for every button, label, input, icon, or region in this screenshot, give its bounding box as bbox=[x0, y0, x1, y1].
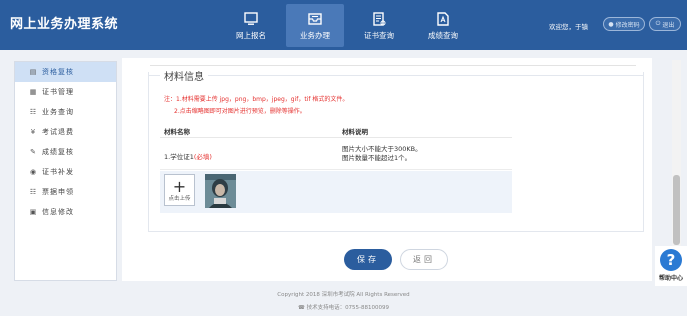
yen-icon: ¥ bbox=[30, 128, 37, 136]
back-button[interactable]: 返回 bbox=[400, 249, 448, 270]
note-formats: 注：1.材料需要上传 jpg，png，bmp，jpeg，gif，tif 格式的文… bbox=[164, 96, 349, 103]
monitor-icon bbox=[244, 11, 258, 25]
required-mark: (必填) bbox=[193, 153, 212, 161]
support-text: 技术支持电话：0755-88100099 bbox=[306, 305, 390, 311]
table-row: 1.学位证1(必填) 图片大小不能大于300KB。 图片数量不能超过1个。 bbox=[160, 140, 512, 170]
help-center-button[interactable]: ? 帮助中心 bbox=[655, 246, 687, 286]
divider bbox=[148, 75, 644, 76]
phone-icon: ☎ bbox=[297, 305, 305, 311]
portrait-image bbox=[205, 174, 236, 208]
score-icon bbox=[437, 11, 449, 26]
nav-label: 业务办理 bbox=[300, 30, 330, 40]
desc-size-limit: 图片大小不能大于300KB。 bbox=[342, 145, 422, 153]
scrollbar-thumb[interactable] bbox=[673, 175, 680, 245]
logout-label: 退出 bbox=[662, 21, 675, 29]
main-nav: 网上报名 业务办理 证书查询 成绩查询 bbox=[222, 0, 478, 50]
nav-score-query[interactable]: 成绩查询 bbox=[414, 4, 472, 47]
upload-button[interactable]: + 点击上传 bbox=[164, 174, 195, 206]
sitemap-icon: ☷ bbox=[29, 108, 38, 116]
inbox-icon bbox=[308, 12, 322, 25]
edit-icon: ✎ bbox=[30, 148, 37, 156]
note-preview: 2.点击缩略图即可对图片进行预览，删除等操作。 bbox=[174, 108, 306, 115]
nav-online-registration[interactable]: 网上报名 bbox=[222, 4, 280, 47]
app-title: 网上业务办理系统 bbox=[10, 17, 119, 32]
sidebar-item-qualification-review[interactable]: ▤ 资格复核 bbox=[15, 62, 116, 82]
logout-button[interactable]: ⏻ 退出 bbox=[649, 17, 681, 31]
sidebar-item-exam-refund[interactable]: ¥ 考试退费 bbox=[15, 122, 116, 142]
nav-label: 证书查询 bbox=[364, 30, 394, 40]
certificate-icon bbox=[373, 11, 386, 26]
sidebar-item-certificate-reissue[interactable]: ◉ 证书补发 bbox=[15, 162, 116, 182]
material-name: 1.学位证1(必填) bbox=[164, 151, 212, 161]
sidebar: ▤ 资格复核 ▦ 证书管理 ☷ 业务查询 ¥ 考试退费 ✎ 成绩复核 ◉ 证书补… bbox=[14, 61, 117, 281]
material-legend: 材料信息 bbox=[160, 68, 208, 83]
nav-business-handling[interactable]: 业务办理 bbox=[286, 4, 344, 47]
sidebar-item-label: 资格复核 bbox=[42, 68, 74, 76]
table-header: 材料名称 材料说明 bbox=[160, 124, 512, 138]
column-header-desc: 材料说明 bbox=[342, 128, 368, 136]
desc-count-limit: 图片数量不能超过1个。 bbox=[342, 154, 412, 162]
sidebar-item-certificate-management[interactable]: ▦ 证书管理 bbox=[15, 82, 116, 102]
nav-label: 成绩查询 bbox=[428, 30, 458, 40]
certificate-icon: ▦ bbox=[29, 88, 38, 96]
sidebar-item-receipt-application[interactable]: ☷ 票据申领 bbox=[15, 182, 116, 202]
sidebar-item-label: 考试退费 bbox=[42, 128, 74, 136]
top-header: 网上业务办理系统 网上报名 业务办理 证书查询 成绩查询 欢迎您，于镇 ● 修改… bbox=[0, 0, 687, 50]
document-icon: ▤ bbox=[29, 68, 38, 76]
info-icon: ▣ bbox=[29, 208, 38, 216]
sidebar-item-score-review[interactable]: ✎ 成绩复核 bbox=[15, 142, 116, 162]
uploaded-image-thumbnail[interactable] bbox=[205, 174, 236, 208]
help-label: 帮助中心 bbox=[658, 275, 683, 282]
nav-certificate-query[interactable]: 证书查询 bbox=[350, 4, 408, 47]
welcome-text: 欢迎您，于镇 bbox=[549, 23, 588, 31]
change-password-button[interactable]: ● 修改密码 bbox=[603, 17, 645, 31]
user-icon: ● bbox=[608, 20, 614, 28]
sidebar-item-label: 证书补发 bbox=[42, 168, 74, 176]
column-header-name: 材料名称 bbox=[164, 128, 190, 136]
footer-copyright: Copyright 2018 深圳市考试院 All Rights Reserve… bbox=[277, 292, 410, 298]
sidebar-item-info-modification[interactable]: ▣ 信息修改 bbox=[15, 202, 116, 222]
plus-icon: + bbox=[172, 176, 187, 196]
sidebar-item-business-query[interactable]: ☷ 业务查询 bbox=[15, 102, 116, 122]
nav-label: 网上报名 bbox=[236, 30, 266, 40]
upload-label: 点击上传 bbox=[168, 195, 191, 202]
sidebar-item-label: 票据申领 bbox=[42, 188, 74, 196]
footer-support: ☎ 技术支持电话：0755-88100099 bbox=[0, 303, 687, 311]
change-password-label: 修改密码 bbox=[615, 21, 640, 29]
sidebar-item-label: 业务查询 bbox=[42, 108, 74, 116]
save-button[interactable]: 保存 bbox=[344, 249, 392, 270]
divider bbox=[150, 65, 636, 66]
power-icon: ⏻ bbox=[655, 20, 661, 27]
sidebar-item-label: 成绩复核 bbox=[42, 148, 74, 156]
sitemap-icon: ☷ bbox=[29, 188, 38, 196]
sidebar-item-label: 信息修改 bbox=[42, 208, 74, 216]
material-name-text: 1.学位证1 bbox=[164, 153, 194, 161]
sidebar-item-label: 证书管理 bbox=[42, 88, 74, 96]
material-desc: 图片大小不能大于300KB。 图片数量不能超过1个。 bbox=[342, 145, 422, 163]
upload-notes: 注：1.材料需要上传 jpg，png，bmp，jpeg，gif，tif 格式的文… bbox=[164, 94, 348, 118]
question-icon: ? bbox=[660, 249, 682, 271]
reissue-icon: ◉ bbox=[29, 168, 38, 176]
